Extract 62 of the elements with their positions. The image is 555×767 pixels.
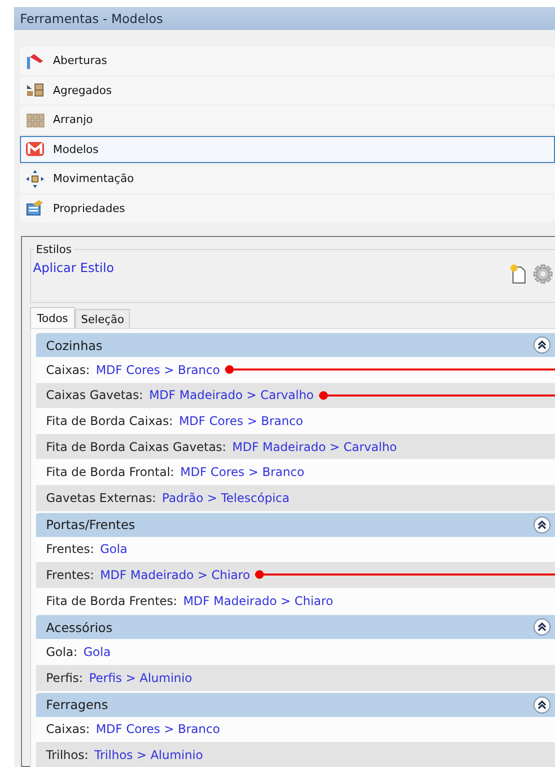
property-value[interactable]: Gola xyxy=(100,542,128,556)
property-label: Trilhos: xyxy=(46,748,88,762)
property-label: Perfis: xyxy=(46,670,83,685)
property-label: Fita de Borda Frontal: xyxy=(46,465,174,480)
category-title: Ferragens xyxy=(46,697,108,712)
tool-item[interactable]: Movimentação xyxy=(20,165,555,192)
property-label: Gola: xyxy=(46,645,78,660)
property-value[interactable]: MDF Madeirado > Chiaro xyxy=(100,568,250,582)
property-label: Caixas: xyxy=(46,362,90,377)
property-value[interactable]: MDF Madeirado > Chiaro xyxy=(183,594,334,608)
property-value[interactable]: Perfis > Aluminio xyxy=(88,670,192,685)
property-value[interactable]: MDF Cores > Branco xyxy=(180,465,304,480)
property-label: Fita de Borda Caixas: xyxy=(46,414,173,428)
collapse-icon[interactable] xyxy=(533,336,551,354)
property-label: Frentes: xyxy=(46,542,94,556)
collapse-icon[interactable] xyxy=(533,618,551,636)
move-arrows-icon xyxy=(25,170,45,188)
category-header[interactable]: Acessórios xyxy=(36,615,555,640)
property-row[interactable]: Gavetas Externas: Padrão > Telescópica xyxy=(36,484,555,511)
tool-item[interactable]: Modelos xyxy=(20,136,555,163)
group-title: Estilos xyxy=(34,243,74,256)
property-row[interactable]: Fita de Borda Caixas Gavetas: MDF Madeirado > Carvalho xyxy=(36,434,555,460)
property-row[interactable]: Caixas Gavetas: MDF Madeirado > Carvalho xyxy=(36,382,555,408)
property-label: Fita de Borda Frentes: xyxy=(46,594,178,608)
property-label: Fita de Borda Caixas Gavetas: xyxy=(46,440,226,454)
tool-item[interactable]: Propriedades xyxy=(20,194,555,222)
category-header[interactable]: Portas/Frentes xyxy=(36,512,555,537)
property-value[interactable]: MDF Cores > Branco xyxy=(178,414,304,428)
flag-icon xyxy=(25,52,45,70)
property-row[interactable]: Frentes: MDF Madeirado > Chiaro xyxy=(36,562,555,588)
category-header[interactable]: Cozinhas xyxy=(36,333,555,357)
collapse-icon[interactable] xyxy=(533,516,551,534)
tool-item[interactable]: Aberturas xyxy=(20,47,555,74)
property-value[interactable]: MDF Madeirado > Carvalho xyxy=(149,388,314,402)
new-document-icon[interactable] xyxy=(509,264,527,284)
property-row[interactable]: Trilhos: Trilhos > Aluminio xyxy=(36,742,555,767)
category-title: Cozinhas xyxy=(46,338,102,352)
property-row[interactable]: Perfis: Perfis > Aluminio xyxy=(36,664,555,691)
property-value[interactable]: Gola xyxy=(83,645,111,660)
m-logo-icon xyxy=(25,140,45,158)
tab[interactable]: Seleção xyxy=(75,309,130,328)
collapse-icon[interactable] xyxy=(533,696,551,714)
property-value[interactable]: Padrão > Telescópica xyxy=(162,490,290,505)
property-label: Frentes: xyxy=(46,568,94,582)
category-title: Acessórios xyxy=(46,620,112,635)
property-value[interactable]: MDF Madeirado > Carvalho xyxy=(232,440,397,454)
grid-icon xyxy=(25,110,45,129)
tab[interactable]: Todos xyxy=(30,307,76,328)
tool-item[interactable]: Agregados xyxy=(20,76,555,104)
property-value[interactable]: MDF Cores > Branco xyxy=(96,362,220,377)
category-title: Portas/Frentes xyxy=(46,517,136,532)
property-label: Caixas Gavetas: xyxy=(46,388,144,402)
property-label: Caixas: xyxy=(46,722,90,736)
properties-icon xyxy=(25,199,45,218)
window-title: Ferramentas - Modelos xyxy=(14,7,555,30)
property-value[interactable]: MDF Cores > Branco xyxy=(96,722,220,736)
apply-style-link[interactable]: Aplicar Estilo xyxy=(33,260,114,302)
property-value[interactable]: Trilhos > Aluminio xyxy=(94,748,203,762)
drawers-icon xyxy=(25,81,45,100)
property-label: Gavetas Externas: xyxy=(46,490,156,505)
category-header[interactable]: Ferragens xyxy=(36,692,555,717)
tool-item[interactable]: Arranjo xyxy=(20,106,555,134)
